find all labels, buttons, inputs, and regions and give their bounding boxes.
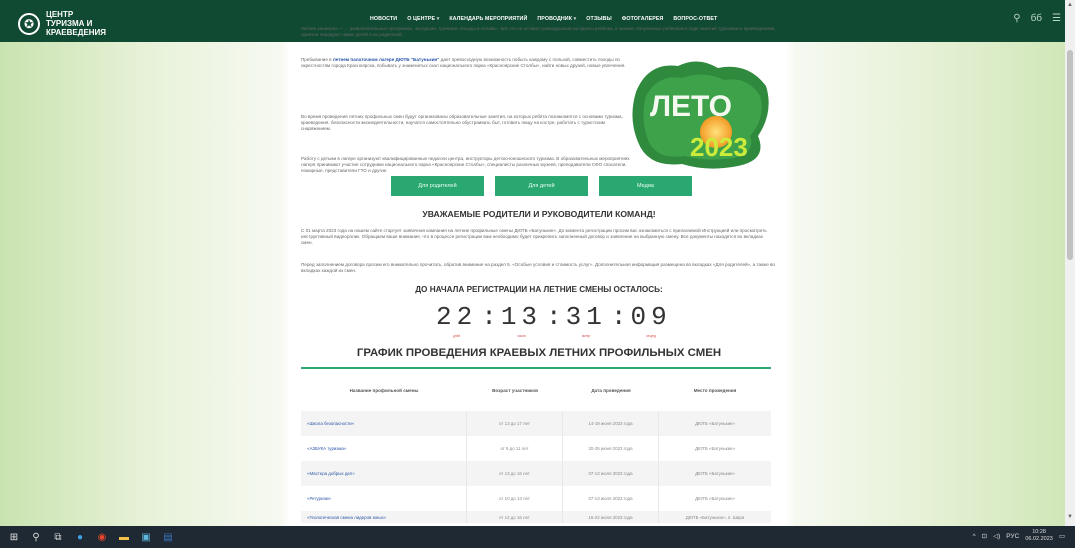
header-place: Место проведения [693, 387, 737, 393]
nav-item-gallery[interactable]: ФОТОГАЛЕРЕЯ [622, 16, 664, 22]
countdown-title: ДО НАЧАЛА РЕГИСТРАЦИИ НА ЛЕТНИЕ СМЕНЫ ОС… [415, 285, 663, 294]
word-app-icon[interactable]: ▤ [160, 526, 176, 548]
main-nav: НОВОСТИ О ЦЕНТРЕ ▾ КАЛЕНДАРЬ МЕРОПРИЯТИЙ… [370, 16, 717, 22]
camp-link[interactable]: летнем палаточном лагере ДЮТБ "Батунькин… [333, 57, 440, 62]
image-viewer-icon[interactable]: ▣ [138, 526, 154, 548]
scrollbar-thumb[interactable] [1067, 50, 1073, 260]
logo-emblem-icon: ✪ [18, 12, 40, 35]
age-cell: от 13 до 16 лет [467, 461, 563, 486]
table-row: «Геологическая смена лидеров юных» от 12… [301, 511, 771, 523]
menu-icon[interactable]: ☰ [1052, 13, 1061, 24]
shift-name-link[interactable]: «Школа безопасности» [301, 411, 467, 436]
page-scrollbar[interactable]: ▲ ▼ [1065, 0, 1075, 526]
countdown-separator: : [610, 302, 627, 332]
countdown-seconds: 09 секунд [630, 302, 672, 338]
countdown-days: 22 дней [436, 302, 478, 338]
windows-taskbar: ⊞ ⚲ ⧉ ● ◉ ▬ ▣ ▤ ^ ⊡ ◁) РУС 10:28 06.02.2… [0, 526, 1075, 548]
volume-icon[interactable]: ◁) [993, 532, 1000, 540]
nav-item-calendar[interactable]: КАЛЕНДАРЬ МЕРОПРИЯТИЙ [449, 16, 527, 22]
age-cell: от 13 до 17 лет [467, 411, 563, 436]
countdown-timer: 22 дней : 13 часов : 31 минут : 09 секун… [436, 300, 672, 338]
date-cell: 07-13 июля 2023 года [563, 461, 659, 486]
shift-name-link[interactable]: «Геологическая смена лидеров юных» [301, 511, 467, 523]
notice-paragraph-2: Перед заполнением договора просим его вн… [301, 262, 775, 274]
schedule-table: Название профильной смены Возраст участн… [301, 367, 771, 523]
date-cell: 20-25 июня 2023 года [563, 436, 659, 461]
place-cell: ДЮТБ «Батунькин» [695, 496, 735, 501]
nav-item-about[interactable]: О ЦЕНТРЕ ▾ [407, 16, 439, 22]
table-row: «Школа безопасности» от 13 до 17 лет 14-… [301, 411, 771, 436]
place-cell: ДЮТБ «Батунькин» [695, 446, 735, 451]
clock[interactable]: 10:28 06.02.2023 [1025, 529, 1053, 543]
shift-name-link[interactable]: «АЗБУКА туризма» [301, 436, 467, 461]
table-row: «Ретуризм» от 10 до 13 лет 07-13 июля 20… [301, 486, 771, 511]
date-cell: 07-13 июля 2023 года [563, 486, 659, 511]
intro-paragraph-1: Пребывание в летнем палаточном лагере ДЮ… [301, 57, 626, 69]
search-icon[interactable]: ⚲ [28, 526, 44, 548]
place-cell: ДЮТБ «Батунькин» [695, 421, 735, 426]
scroll-up-icon[interactable]: ▲ [1067, 2, 1073, 8]
place-cell: ДЮТБ «Батунькин», п. Шира [685, 514, 745, 520]
place-cell: ДЮТБ «Батунькин» [695, 471, 735, 476]
audience-buttons: Для родителей Для детей Медиа [391, 176, 692, 196]
schedule-title: ГРАФИК ПРОВЕДЕНИЯ КРАЕВЫХ ЛЕТНИХ ПРОФИЛЬ… [356, 347, 722, 359]
scroll-down-icon[interactable]: ▼ [1067, 514, 1073, 520]
for-parents-button[interactable]: Для родителей [391, 176, 484, 196]
notice-paragraph-1: С 01 марта 2023 года на нашем сайте стар… [301, 228, 767, 246]
search-icon[interactable]: ⚲ [1013, 13, 1020, 24]
header-date: Дата проведения [591, 387, 631, 393]
language-indicator[interactable]: РУС [1006, 533, 1019, 540]
countdown-minutes: 31 минут [565, 302, 607, 338]
nav-item-guide[interactable]: ПРОВОДНИК ▾ [537, 16, 576, 22]
date-cell: 16-22 июля 2023 года [563, 511, 659, 523]
chevron-down-icon: ▾ [573, 16, 577, 22]
schedule-table-header: Название профильной смены Возраст участн… [301, 367, 771, 411]
table-row: «АЗБУКА туризма» от 9 до 11 лет 20-25 ию… [301, 436, 771, 461]
low-vision-toggle[interactable]: бб [1031, 13, 1042, 24]
age-cell: от 10 до 13 лет [467, 486, 563, 511]
intro-paragraph-2: Во время проведения летних профильных см… [301, 114, 623, 132]
shift-name-link[interactable]: «Мастера добрых дел» [301, 461, 467, 486]
leto-2023-banner: ЛЕТО 2023 [632, 61, 769, 169]
nav-item-faq[interactable]: ВОПРОС-ОТВЕТ [673, 16, 717, 22]
top-right-tools: ⚲ бб ☰ [1013, 13, 1061, 24]
chevron-up-icon[interactable]: ^ [973, 533, 976, 540]
file-explorer-icon[interactable]: ▬ [116, 526, 132, 548]
task-view-icon[interactable]: ⧉ [50, 526, 66, 548]
intro-paragraph-3: Работу с детьми в лагере организуют квал… [301, 156, 630, 174]
nav-item-news[interactable]: НОВОСТИ [370, 16, 397, 22]
countdown-separator: : [546, 302, 562, 332]
age-cell: от 9 до 11 лет [467, 436, 563, 461]
logo-text: ЦЕНТР ТУРИЗМА И КРАЕВЕДЕНИЯ [46, 10, 107, 37]
leto-year: 2023 [690, 132, 748, 162]
yandex-browser-icon[interactable]: ◉ [94, 526, 110, 548]
network-icon[interactable]: ⊡ [982, 532, 987, 540]
edge-browser-icon[interactable]: ● [72, 526, 88, 548]
nav-item-reviews[interactable]: ОТЗЫВЫ [586, 16, 611, 22]
header-shift-name: Название профильной смены [349, 387, 419, 393]
intro-paragraph-top: Летние каникулы — ... развлекательные пр… [301, 26, 776, 37]
notifications-icon[interactable]: ▭ [1059, 532, 1065, 540]
media-button[interactable]: Медиа [599, 176, 692, 196]
date-cell: 14-19 июня 2023 года [563, 411, 659, 436]
for-children-button[interactable]: Для детей [495, 176, 588, 196]
shift-name-link[interactable]: «Ретуризм» [301, 486, 467, 511]
age-cell: от 12 до 16 лет [467, 511, 563, 523]
system-tray: ^ ⊡ ◁) РУС 10:28 06.02.2023 ▭ [973, 529, 1065, 543]
windows-start-icon[interactable]: ⊞ [6, 526, 22, 548]
site-logo[interactable]: ✪ ЦЕНТР ТУРИЗМА И КРАЕВЕДЕНИЯ [18, 10, 106, 37]
notice-title: УВАЖАЕМЫЕ РОДИТЕЛИ И РУКОВОДИТЕЛИ КОМАНД… [422, 209, 656, 219]
table-row: «Мастера добрых дел» от 13 до 16 лет 07-… [301, 461, 771, 486]
countdown-hours: 13 часов [500, 302, 543, 338]
countdown-separator: : [481, 302, 497, 332]
header-age: Возраст участников [492, 387, 538, 393]
chevron-down-icon: ▾ [436, 16, 440, 22]
